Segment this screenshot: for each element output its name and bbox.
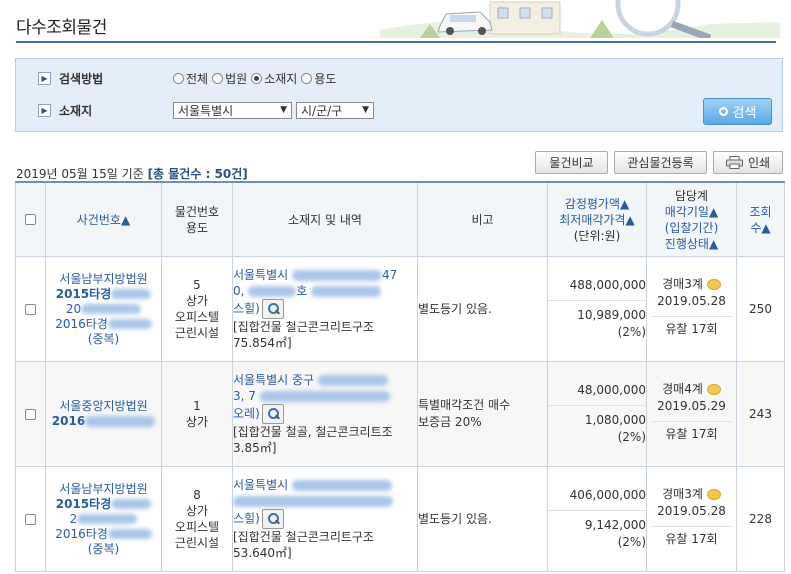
- status-cell: 경매3계 2019.05.28 유찰 17회: [646, 466, 737, 572]
- redacted-blur: [81, 304, 142, 314]
- print-button[interactable]: 인쇄: [713, 151, 783, 174]
- search-method-radios: 전체 법원 소재지 용도: [173, 70, 340, 87]
- views-cell: 250: [736, 256, 785, 362]
- col-views[interactable]: 조회 수▲: [736, 181, 785, 257]
- remark-cell: 별도등기 있음.: [417, 256, 548, 362]
- select-all-checkbox[interactable]: [25, 214, 36, 225]
- result-summary: 2019년 05월 15일 기준 [총 물건수 : 50건]: [16, 165, 248, 182]
- table-header-row: 사건번호▲ 물건번호 용도 소재지 및 내역 비고 감정평가액▲ 최저매각가격▲ …: [15, 181, 785, 257]
- map-search-icon[interactable]: [261, 404, 284, 424]
- table-row: 서울남부지방법원 2015타경 2 2016타경 (중복) 8 상가 오피스텔 …: [15, 466, 785, 572]
- table-row: 서울중앙지방법원 2016 1 상가 서울특별시 중구 3, 7 오레) [집합…: [15, 361, 785, 467]
- case-number-cell[interactable]: 서울남부지방법원 2015타경 2 2016타경 (중복): [45, 466, 162, 572]
- redacted-blur: [233, 496, 393, 507]
- redacted-blur: [77, 514, 138, 524]
- price-cell: 406,000,000 9,142,000 (2%): [547, 466, 647, 572]
- header-illustration: [380, 0, 780, 38]
- radio-usage[interactable]: 용도: [301, 70, 336, 87]
- views-cell: 243: [736, 361, 785, 467]
- case-number-cell[interactable]: 서울남부지방법원 2015타경 20 2016타경 (중복): [45, 256, 162, 362]
- case-number-cell[interactable]: 서울중앙지방법원 2016: [45, 361, 162, 467]
- speech-bubble-icon[interactable]: [706, 384, 721, 395]
- views-cell: 228: [736, 466, 785, 572]
- redacted-blur: [111, 499, 152, 509]
- redacted-blur: [107, 529, 152, 539]
- search-method-row: ▶ 검색방법 전체 법원 소재지 용도: [38, 68, 340, 88]
- radio-circle-icon[interactable]: [251, 72, 263, 84]
- city-select[interactable]: 서울특별시 ▼: [173, 101, 292, 119]
- redacted-blur: [111, 289, 152, 299]
- arrow-right-icon: ▶: [38, 71, 51, 85]
- row-checkbox[interactable]: [25, 513, 36, 525]
- summary-total: [총 물건수 : 50건]: [147, 167, 248, 181]
- radio-all[interactable]: 전체: [173, 70, 208, 87]
- redacted-blur: [248, 286, 297, 297]
- page-title: 다수조회물건: [16, 18, 107, 38]
- radio-circle-icon[interactable]: [212, 72, 224, 84]
- redacted-blur: [259, 391, 390, 402]
- register-interest-button[interactable]: 관심물건등록: [614, 151, 707, 174]
- results-table: 사건번호▲ 물건번호 용도 소재지 및 내역 비고 감정평가액▲ 최저매각가격▲ …: [15, 181, 785, 572]
- row-checkbox[interactable]: [25, 303, 36, 315]
- col-price: 감정평가액▲ 최저매각가격▲ (단위:원): [547, 181, 647, 257]
- location-cell: 서울특별시 중구 3, 7 오레) [집합건물 철골, 철근콘크리트조 3.85…: [232, 361, 418, 467]
- redacted-blur: [292, 270, 383, 281]
- col-remark: 비고: [417, 181, 548, 257]
- redacted-blur: [311, 286, 382, 297]
- item-number-cell: 1 상가: [161, 361, 233, 467]
- remark-cell: 특별매각조건 매수 보증금 20%: [417, 361, 548, 467]
- search-panel: ▶ 검색방법 전체 법원 소재지 용도 ▶ 소재지 서울특별시 ▼ 시/군/구 ▼ …: [15, 58, 783, 132]
- select-all-cell: [15, 181, 46, 257]
- dropdown-arrow-icon: ▼: [362, 105, 369, 115]
- table-row: 서울남부지방법원 2015타경 20 2016타경 (중복) 5 상가 오피스텔…: [15, 256, 785, 362]
- radio-circle-icon[interactable]: [301, 72, 313, 84]
- status-cell: 경매4계 2019.05.29 유찰 17회: [646, 361, 737, 467]
- col-status: 담당계 매각기일▲ (입찰기간) 진행상태▲: [646, 181, 737, 257]
- search-method-label: 검색방법: [59, 71, 104, 86]
- redacted-blur: [317, 375, 388, 386]
- redacted-blur: [292, 480, 393, 491]
- arrow-right-icon: ▶: [38, 103, 51, 117]
- map-search-icon[interactable]: [261, 299, 284, 319]
- row-checkbox[interactable]: [25, 408, 36, 420]
- sort-minimum[interactable]: 최저매각가격▲: [559, 213, 634, 227]
- col-case-number[interactable]: 사건번호▲: [45, 181, 162, 257]
- location-selects: 서울특별시 ▼ 시/군/구 ▼: [173, 101, 378, 119]
- search-icon: [718, 107, 728, 116]
- speech-bubble-icon[interactable]: [706, 489, 721, 500]
- sort-sale-date[interactable]: 매각기일▲: [665, 205, 718, 219]
- col-item-number: 물건번호 용도: [161, 181, 233, 257]
- printer-icon: [725, 156, 743, 169]
- radio-circle-icon[interactable]: [173, 72, 184, 84]
- item-number-cell: 8 상가 오피스텔 근린시설: [161, 466, 233, 572]
- redacted-blur: [85, 416, 156, 427]
- location-row: ▶ 소재지 서울특별시 ▼ 시/군/구 ▼: [38, 100, 378, 120]
- speech-bubble-icon[interactable]: [706, 279, 721, 290]
- price-cell: 48,000,000 1,080,000 (2%): [547, 361, 647, 467]
- sort-appraisal[interactable]: 감정평가액▲: [565, 197, 629, 211]
- search-button[interactable]: 검색: [703, 98, 772, 125]
- dropdown-arrow-icon: ▼: [280, 105, 287, 115]
- summary-date: 2019년 05월 15일 기준: [16, 167, 144, 181]
- col-location: 소재지 및 내역: [232, 181, 418, 257]
- district-select[interactable]: 시/군/구 ▼: [296, 101, 374, 119]
- page-header: 다수조회물건: [0, 0, 791, 44]
- radio-location[interactable]: 소재지: [251, 70, 297, 87]
- location-cell: 서울특별시 스힐) [집합건물 철근콘크리트구조 53.640㎡]: [232, 466, 418, 572]
- redacted-blur: [107, 319, 152, 329]
- house-car-illustration: [380, 0, 780, 38]
- status-cell: 경매3계 2019.05.28 유찰 17회: [646, 256, 737, 362]
- map-search-icon[interactable]: [261, 509, 284, 529]
- price-cell: 488,000,000 10,989,000 (2%): [547, 256, 647, 362]
- sort-status[interactable]: 진행상태▲: [665, 237, 718, 251]
- compare-button[interactable]: 물건비교: [535, 151, 608, 174]
- remark-cell: 별도등기 있음.: [417, 466, 548, 572]
- location-cell: 서울특별시 47 0, 호 스힐) [집합건물 철근콘크리트구조 75.854㎡…: [232, 256, 418, 362]
- item-number-cell: 5 상가 오피스텔 근린시설: [161, 256, 233, 362]
- location-label: 소재지: [59, 103, 93, 118]
- radio-court[interactable]: 법원: [212, 70, 247, 87]
- header-divider: [16, 41, 776, 43]
